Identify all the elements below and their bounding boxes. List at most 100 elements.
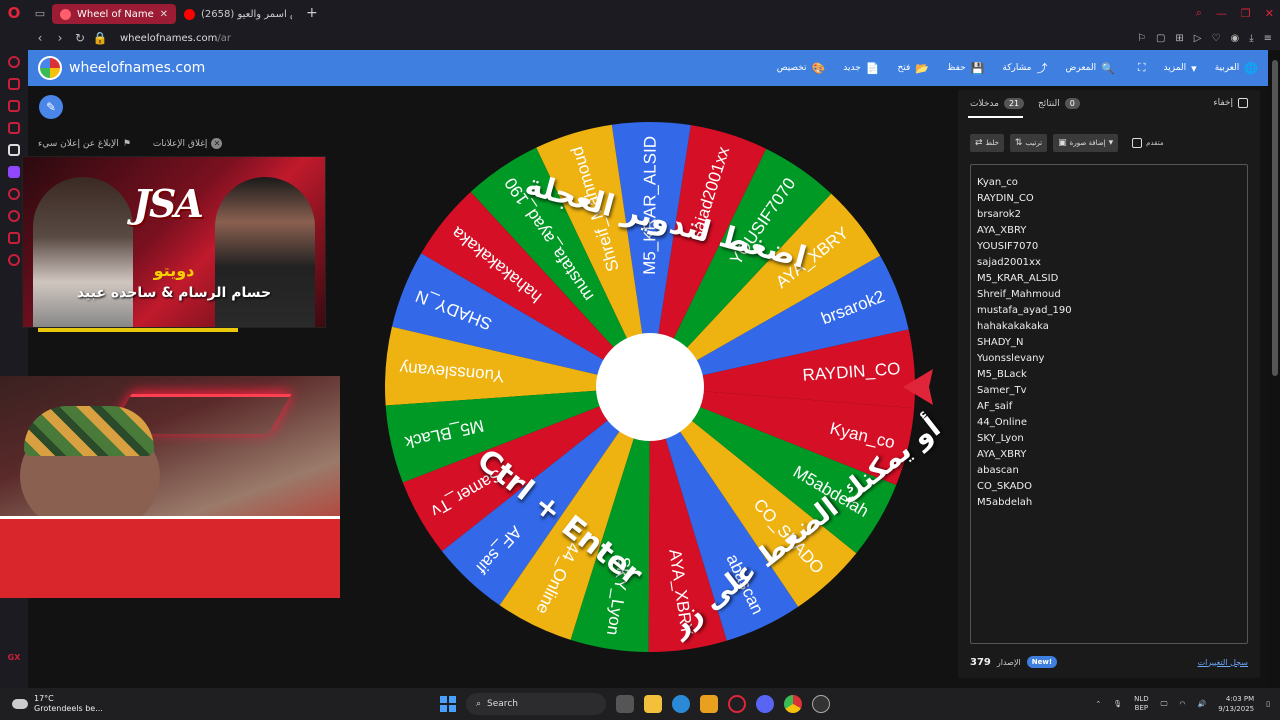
menu-item-search[interactable]: 🔍 المعرض — [1065, 62, 1114, 75]
entry-line: 44_Online — [977, 417, 1027, 428]
profile-icon[interactable]: ◉ — [1230, 33, 1239, 44]
volume-icon[interactable]: 🔊 — [1198, 700, 1207, 708]
opera-gx-icon[interactable] — [728, 695, 746, 713]
url-field[interactable]: wheelofnames.com/ar — [120, 33, 231, 44]
entry-line: M5_KRAR_ALSID — [977, 273, 1059, 284]
fullscreen-icon: ⛶ — [1137, 61, 1146, 74]
menu-item-palette[interactable]: 🎨 تخصيص — [777, 62, 826, 75]
entry-line: RAYDIN_CO — [977, 193, 1034, 204]
page-scrollbar[interactable] — [1272, 60, 1278, 376]
entry-line: AYA_XBRY — [977, 225, 1027, 236]
file-explorer-icon[interactable] — [644, 695, 662, 713]
instagram-icon[interactable] — [8, 100, 20, 112]
aria-icon[interactable] — [8, 56, 20, 68]
browser-tab-active[interactable]: Wheel of Names | عشوائي ✕ — [52, 4, 176, 24]
weather-widget[interactable]: 17°C Grotendeels be... — [12, 694, 103, 714]
tab-results[interactable]: النتائج 0 — [1038, 98, 1080, 109]
browser-tab-inactive[interactable]: (2658) ريمكس اسمر والعيو — [176, 4, 300, 24]
entry-line: SKY_Lyon — [977, 433, 1024, 444]
menu-icon[interactable]: ≡ — [1264, 33, 1272, 44]
shuffle-button[interactable]: ⇄ خلط — [970, 134, 1004, 152]
maximize-icon[interactable]: ❐ — [1241, 7, 1251, 20]
edge-icon[interactable] — [672, 695, 690, 713]
new-tab-icon[interactable]: + — [300, 5, 324, 21]
vpn-icon[interactable]: ⊞ — [1175, 33, 1183, 44]
menu-item-save[interactable]: 💾 حفظ — [947, 62, 984, 75]
wheel-container[interactable]: RAYDIN_CO brsarok2 AYA_XBRY YOUSIF7070 sajad… — [383, 120, 946, 655]
taskbar-search[interactable]: ⌕ Search — [466, 693, 606, 715]
entries-count-badge: 21 — [1003, 98, 1025, 109]
tab-close-icon[interactable]: ✕ — [160, 9, 168, 20]
pinboard-icon[interactable] — [8, 232, 20, 244]
notification-icon[interactable]: ▯ — [1266, 700, 1270, 708]
gx-icon[interactable]: GX — [8, 653, 21, 662]
tiktok-icon[interactable] — [8, 144, 20, 156]
main-area: ✎ ✕ إغلاق الإعلانات ⚑ الإبلاغ عن إعلان سيء… — [0, 86, 1268, 688]
download-icon[interactable]: ⤓ — [1249, 33, 1253, 44]
task-view-icon[interactable] — [616, 695, 634, 713]
language-indicator[interactable]: NLD BEP — [1134, 695, 1149, 713]
changelog-link[interactable]: سجل التغييرات — [1198, 658, 1248, 667]
clock[interactable]: 4:03 PM 9/13/2025 — [1218, 694, 1254, 714]
heart-icon[interactable]: ♡ — [1211, 33, 1220, 44]
wifi-icon[interactable]: ◠ — [1179, 700, 1185, 708]
menu-item-folder[interactable]: 📂 فتح — [898, 62, 930, 75]
entry-line: hahakakakaka — [977, 321, 1049, 332]
header-menu: 🌐 العربية ▾ المزيد ⛶ 🔍 المعرض ⤴ مشاركة 💾 حفظ 📂 فتح 📄 ج… — [777, 50, 1258, 86]
report-ad-link[interactable]: ⚑ الإبلاغ عن إعلان سيء — [38, 138, 131, 149]
hide-checkbox[interactable] — [1238, 98, 1248, 108]
reload-icon[interactable]: ↻ — [70, 31, 90, 45]
monitor-icon[interactable]: 🖵 — [1161, 700, 1168, 709]
folder-icon: 📂 — [915, 61, 930, 75]
advanced-checkbox[interactable] — [1132, 138, 1143, 148]
menu-item-share[interactable]: ⤴ مشاركة — [1002, 60, 1047, 76]
back-icon[interactable]: ‹ — [30, 31, 50, 45]
close-ads-link[interactable]: ✕ إغلاق الإعلانات — [153, 138, 223, 149]
search-tabs-icon[interactable]: ⌕ — [1196, 6, 1202, 20]
discord-icon[interactable] — [756, 695, 774, 713]
close-window-icon[interactable]: ✕ — [1265, 7, 1274, 20]
add-image-button[interactable]: ▣ إضافة صورة ▾ — [1053, 134, 1119, 152]
minimize-icon[interactable]: — — [1216, 7, 1227, 20]
forward-icon[interactable]: › — [50, 31, 70, 45]
settings-icon[interactable] — [8, 254, 20, 266]
menu-item-new-file[interactable]: 📄 جديد — [843, 62, 879, 75]
screenshot-icon[interactable]: ▢ — [1156, 33, 1165, 44]
streamer-shirt — [0, 516, 340, 598]
menu-item-fullscreen[interactable]: ⛶ — [1133, 61, 1146, 75]
mic-icon[interactable]: 🎙 — [1113, 700, 1122, 708]
play-icon[interactable]: ▷ — [1194, 33, 1202, 44]
ad-banner[interactable]: JSA دويتو حسام الرسام & ساجده عبيد — [22, 156, 326, 328]
hide-toggle[interactable]: إخفاء — [1213, 98, 1248, 108]
opera-logo-icon[interactable]: O — [0, 0, 28, 26]
twitch-icon[interactable] — [8, 166, 20, 178]
sort-icon: ⇅ — [1014, 138, 1023, 148]
menu-item-label: العربية — [1214, 63, 1240, 73]
bookmark-icon[interactable]: ⚐ — [1137, 33, 1146, 44]
chevron-up-icon[interactable]: ⌃ — [1095, 700, 1101, 708]
advanced-toggle[interactable]: متقدم — [1132, 138, 1164, 148]
address-bar-actions: ⚐ ▢ ⊞ ▷ ♡ ◉ ⤓ ≡ — [1137, 26, 1272, 50]
messenger-icon[interactable] — [8, 78, 20, 90]
entries-panel: مدخلات 21 النتائج 0 إخفاء ⇄ خلط ⇅ ترتيب ▣ إ… — [958, 90, 1260, 678]
edit-pencil-icon[interactable]: ✎ — [39, 95, 63, 119]
menu-item-caret-down[interactable]: ▾ المزيد — [1164, 62, 1197, 75]
obs-icon[interactable] — [812, 695, 830, 713]
store-icon[interactable] — [700, 695, 718, 713]
entries-textarea[interactable]: Kyan_co RAYDIN_CO brsarok2 AYA_XBRY YOUSIF70… — [970, 164, 1248, 644]
windows-start-icon[interactable] — [440, 696, 456, 712]
menu-item-globe[interactable]: 🌐 العربية — [1215, 62, 1258, 75]
wheel-logo-icon[interactable] — [38, 56, 62, 80]
close-circle-icon: ✕ — [211, 138, 223, 149]
sort-button[interactable]: ⇅ ترتيب — [1009, 134, 1048, 152]
tab-menu-icon[interactable]: ▭ — [28, 0, 52, 26]
tab-entries[interactable]: مدخلات 21 — [970, 98, 1025, 109]
brand-title[interactable]: wheelofnames.com — [69, 60, 205, 76]
music-icon[interactable] — [8, 122, 20, 134]
ad-brand-logo: JSA — [133, 181, 204, 226]
wheel-center[interactable] — [596, 333, 704, 441]
player-icon[interactable] — [8, 188, 20, 200]
chrome-icon[interactable] — [784, 695, 802, 713]
panel-footer: 379 الإصدار New! سجل التغييرات — [970, 652, 1248, 672]
history-icon[interactable] — [8, 210, 20, 222]
